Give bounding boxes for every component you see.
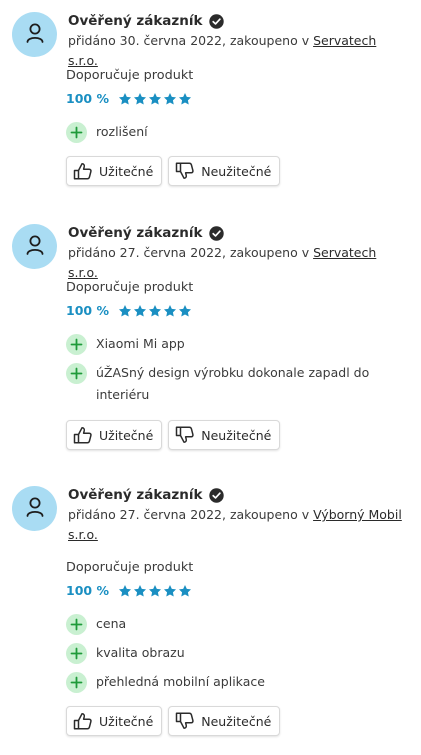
thumbs-down-icon bbox=[175, 162, 195, 180]
helpful-label: Užitečné bbox=[99, 713, 154, 729]
unhelpful-button[interactable]: Neužitečné bbox=[168, 706, 281, 736]
thumbs-down-icon bbox=[175, 712, 195, 730]
check-badge-icon bbox=[208, 225, 224, 241]
star-icon bbox=[163, 585, 176, 597]
recommend-label: Doporučuje produkt bbox=[66, 280, 194, 295]
unhelpful-label: Neužitečné bbox=[201, 163, 272, 179]
rating-percent: 100 % bbox=[66, 583, 109, 598]
unhelpful-button[interactable]: Neužitečné bbox=[168, 156, 281, 186]
avatar bbox=[12, 486, 57, 531]
author-name: Ověřený zákazník bbox=[68, 487, 203, 503]
review-author: Ověřený zákazník bbox=[68, 12, 408, 30]
vote-buttons: Užitečné Neužitečné bbox=[66, 420, 281, 450]
star-icon bbox=[163, 93, 176, 105]
unhelpful-label: Neužitečné bbox=[201, 713, 272, 729]
rating: 100 % bbox=[66, 91, 192, 107]
recommend-label: Doporučuje produkt bbox=[66, 68, 194, 83]
plus-icon bbox=[66, 643, 87, 664]
pros-list: cena kvalita obrazu přehledná mobilní ap… bbox=[66, 613, 406, 700]
plus-icon bbox=[66, 334, 87, 355]
star-icon bbox=[148, 585, 161, 597]
user-icon bbox=[25, 234, 45, 260]
rating-percent: 100 % bbox=[66, 303, 109, 318]
pro-text: úŽASný design výrobku dokonale zapadl do… bbox=[96, 365, 370, 402]
helpful-button[interactable]: Užitečné bbox=[66, 156, 163, 186]
star-icon bbox=[178, 305, 191, 317]
plus-icon bbox=[66, 672, 87, 693]
star-icon bbox=[133, 585, 146, 597]
star-icon bbox=[118, 305, 131, 317]
star-icon bbox=[118, 93, 131, 105]
star-icon bbox=[163, 305, 176, 317]
star-rating bbox=[118, 304, 192, 318]
thumbs-up-icon bbox=[73, 712, 93, 730]
review-date: přidáno 30. června 2022, zakoupeno v Ser… bbox=[68, 31, 408, 71]
unhelpful-button[interactable]: Neužitečné bbox=[168, 420, 281, 450]
pros-list: Xiaomi Mi app úŽASný design výrobku doko… bbox=[66, 333, 406, 413]
plus-icon bbox=[66, 363, 87, 384]
date-text: přidáno 30. června 2022, zakoupeno v bbox=[68, 33, 314, 48]
helpful-button[interactable]: Užitečné bbox=[66, 706, 163, 736]
review-date: přidáno 27. června 2022, zakoupeno v Výb… bbox=[68, 505, 408, 545]
star-rating bbox=[118, 92, 192, 106]
author-name: Ověřený zákazník bbox=[68, 225, 203, 241]
check-badge-icon bbox=[208, 13, 224, 29]
date-text: přidáno 27. června 2022, zakoupeno v bbox=[68, 507, 314, 522]
pro-text: rozlišení bbox=[96, 124, 148, 139]
star-icon bbox=[178, 585, 191, 597]
vote-buttons: Užitečné Neužitečné bbox=[66, 706, 281, 736]
pro-text: Xiaomi Mi app bbox=[96, 336, 185, 351]
user-icon bbox=[25, 22, 45, 48]
pro-item: Xiaomi Mi app bbox=[66, 333, 406, 355]
pro-item: kvalita obrazu bbox=[66, 642, 406, 664]
thumbs-down-icon bbox=[175, 426, 195, 444]
star-icon bbox=[148, 93, 161, 105]
check-badge-icon bbox=[208, 487, 224, 503]
recommend-label: Doporučuje produkt bbox=[66, 560, 194, 575]
review-author: Ověřený zákazník bbox=[68, 486, 408, 504]
avatar bbox=[12, 224, 57, 269]
pro-text: kvalita obrazu bbox=[96, 645, 185, 660]
avatar bbox=[12, 12, 57, 57]
reviews-list: Ověřený zákazník přidáno 30. června 2022… bbox=[0, 0, 421, 755]
helpful-button[interactable]: Užitečné bbox=[66, 420, 163, 450]
author-name: Ověřený zákazník bbox=[68, 13, 203, 29]
plus-icon bbox=[66, 614, 87, 635]
date-text: přidáno 27. června 2022, zakoupeno v bbox=[68, 245, 314, 260]
rating-percent: 100 % bbox=[66, 91, 109, 106]
pro-item: přehledná mobilní aplikace bbox=[66, 671, 406, 693]
rating: 100 % bbox=[66, 303, 192, 319]
pro-item: úŽASný design výrobku dokonale zapadl do… bbox=[66, 362, 406, 406]
user-icon bbox=[25, 496, 45, 522]
plus-icon bbox=[66, 122, 87, 143]
pros-list: rozlišení bbox=[66, 121, 406, 150]
thumbs-up-icon bbox=[73, 162, 93, 180]
star-rating bbox=[118, 584, 192, 598]
rating: 100 % bbox=[66, 583, 192, 599]
helpful-label: Užitečné bbox=[99, 427, 154, 443]
vote-buttons: Užitečné Neužitečné bbox=[66, 156, 281, 186]
thumbs-up-icon bbox=[73, 426, 93, 444]
star-icon bbox=[133, 305, 146, 317]
star-icon bbox=[118, 585, 131, 597]
star-icon bbox=[148, 305, 161, 317]
review-date: přidáno 27. června 2022, zakoupeno v Ser… bbox=[68, 243, 408, 283]
star-icon bbox=[178, 93, 191, 105]
pro-text: cena bbox=[96, 616, 127, 631]
pro-item: cena bbox=[66, 613, 406, 635]
star-icon bbox=[133, 93, 146, 105]
pro-item: rozlišení bbox=[66, 121, 406, 143]
review-author: Ověřený zákazník bbox=[68, 224, 408, 242]
unhelpful-label: Neužitečné bbox=[201, 427, 272, 443]
pro-text: přehledná mobilní aplikace bbox=[96, 674, 265, 689]
helpful-label: Užitečné bbox=[99, 163, 154, 179]
